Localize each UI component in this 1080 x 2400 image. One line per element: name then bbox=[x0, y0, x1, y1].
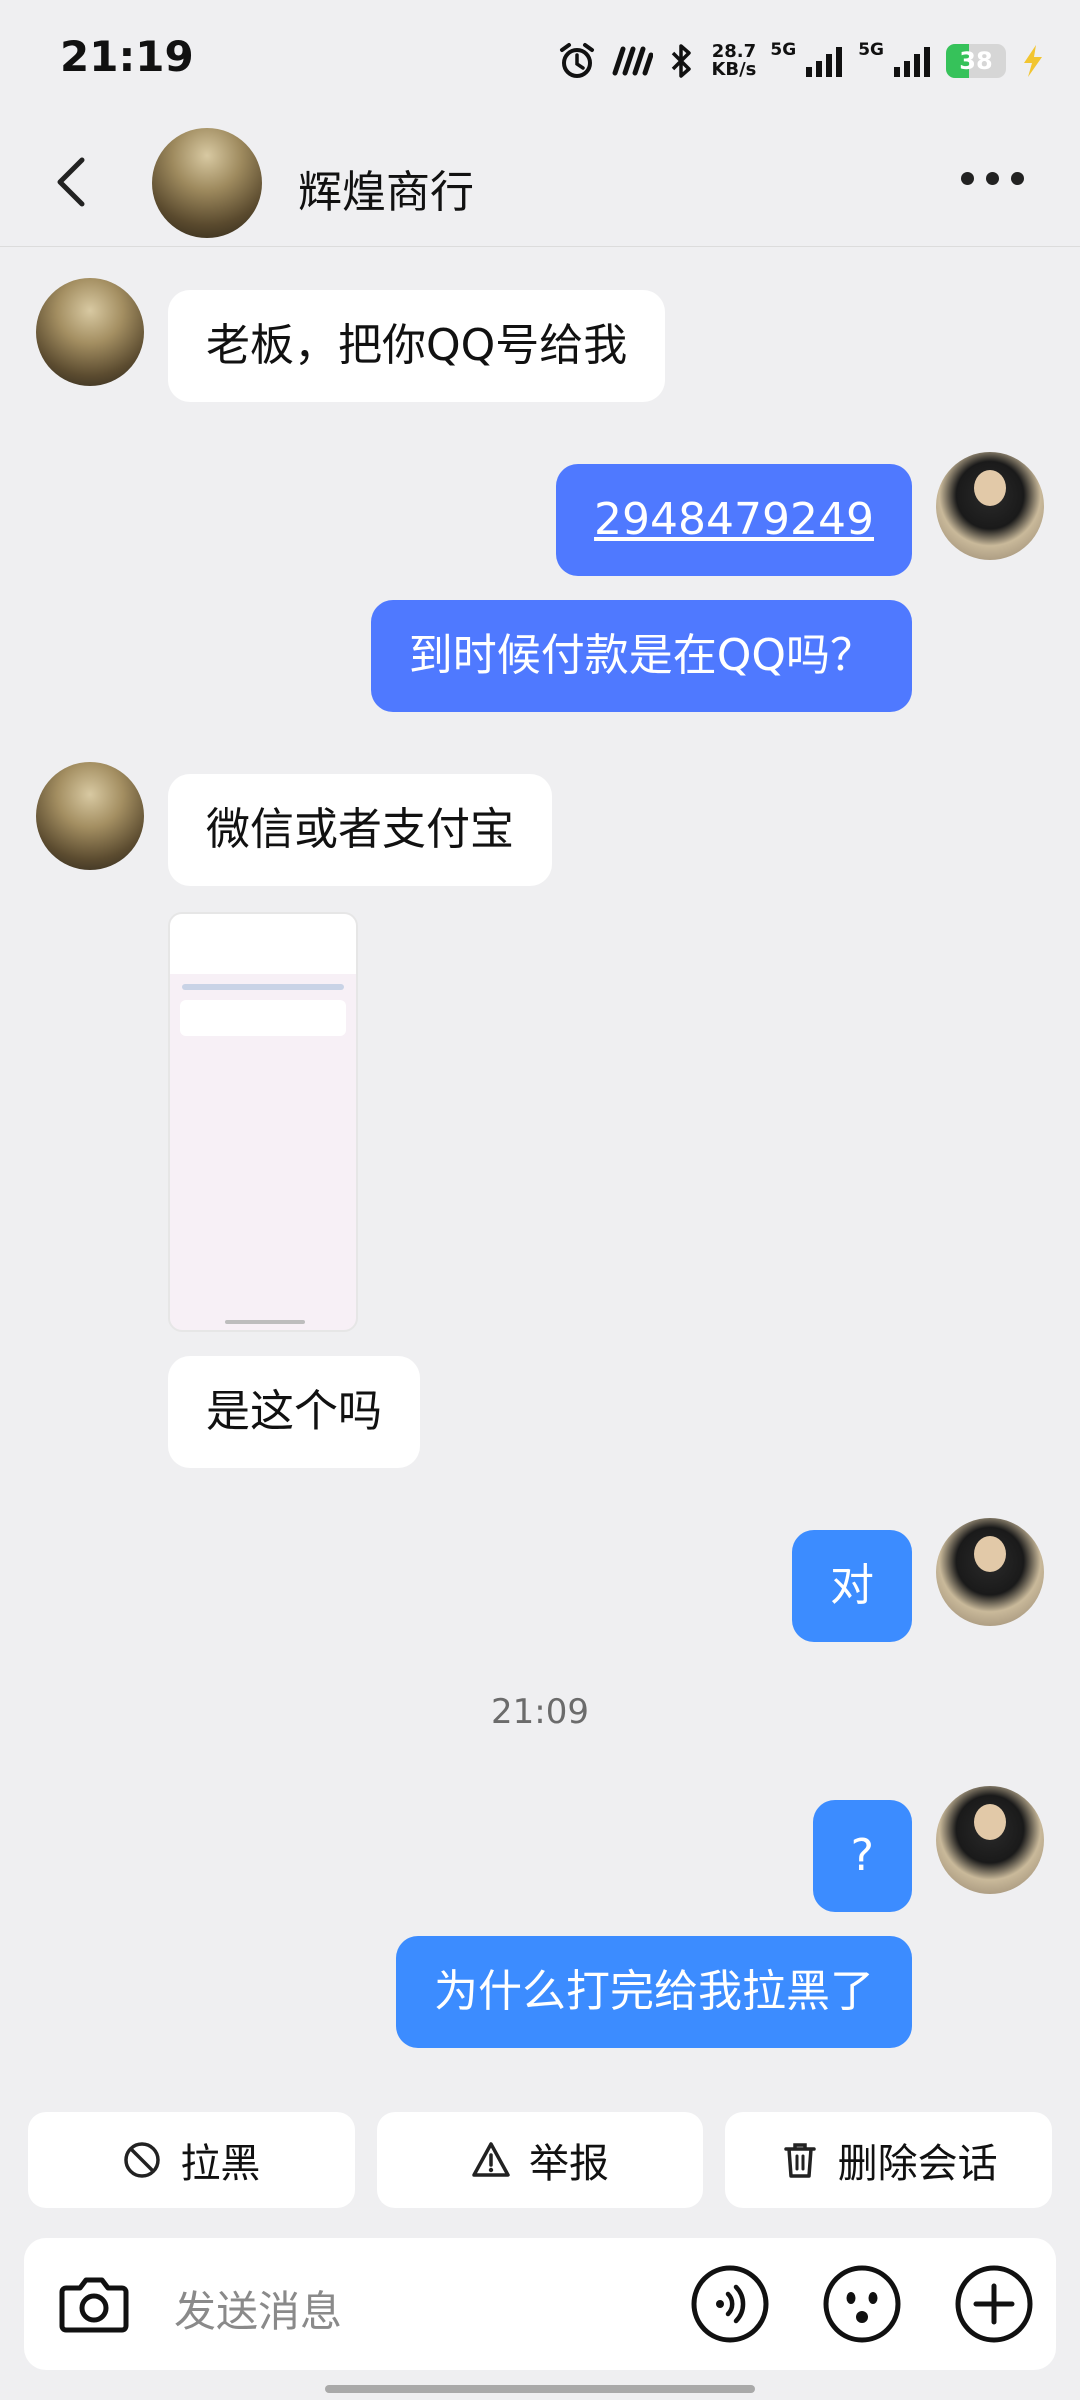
my-avatar[interactable] bbox=[936, 452, 1044, 560]
trash-icon bbox=[783, 2143, 816, 2178]
emoji-icon[interactable] bbox=[820, 2262, 904, 2346]
sender-avatar[interactable] bbox=[36, 278, 144, 386]
report-button[interactable]: 举报 bbox=[376, 2112, 704, 2208]
more-dot bbox=[1011, 172, 1024, 185]
delete-conversation-label: 删除会话 bbox=[837, 2141, 998, 2187]
delete-conversation-button[interactable]: 删除会话 bbox=[725, 2112, 1053, 2208]
warning-icon bbox=[472, 2142, 510, 2177]
status-bar: 21:19 28.7 KB/s 5G 5G 38 bbox=[0, 0, 1080, 120]
message-bubble-incoming[interactable]: 是这个吗 bbox=[168, 1356, 420, 1468]
block-label: 拉黑 bbox=[180, 2141, 261, 2187]
back-arrow-icon[interactable] bbox=[50, 154, 94, 210]
home-indicator[interactable] bbox=[325, 2385, 755, 2393]
more-dot bbox=[961, 172, 974, 185]
bluetooth-icon bbox=[672, 44, 692, 78]
network-speed-unit: KB/s bbox=[711, 59, 757, 80]
signal-icon-sim2 bbox=[894, 47, 930, 77]
network-speed: 28.7 KB/s bbox=[711, 43, 756, 79]
battery-percent: 38 bbox=[959, 47, 993, 75]
charging-icon bbox=[1024, 45, 1042, 77]
block-button[interactable]: 拉黑 bbox=[28, 2112, 355, 2208]
alarm-icon bbox=[560, 43, 595, 78]
thumbnail-row bbox=[180, 1000, 346, 1036]
voice-icon[interactable] bbox=[688, 2262, 772, 2346]
message-bubble-outgoing[interactable]: ? bbox=[812, 1800, 912, 1912]
sim1-5g-label: 5G bbox=[770, 40, 797, 60]
camera-icon[interactable] bbox=[52, 2262, 136, 2346]
signal-icon-sim1 bbox=[806, 47, 843, 77]
contact-name[interactable]: 辉煌商行 bbox=[298, 156, 474, 220]
contact-avatar[interactable] bbox=[152, 128, 262, 238]
message-bubble-incoming[interactable]: 老板，把你QQ号给我 bbox=[168, 290, 666, 402]
message-bubble-incoming[interactable]: 微信或者支付宝 bbox=[168, 774, 552, 886]
plus-icon[interactable] bbox=[952, 2262, 1036, 2346]
sim2-5g-label: 5G bbox=[858, 40, 884, 60]
my-avatar[interactable] bbox=[936, 1518, 1044, 1626]
message-bubble-outgoing-link[interactable]: 2948479249 bbox=[556, 464, 912, 576]
block-icon bbox=[124, 2142, 161, 2178]
thumbnail-line bbox=[182, 984, 344, 990]
report-label: 举报 bbox=[529, 2141, 609, 2187]
message-bubble-outgoing[interactable]: 对 bbox=[792, 1530, 912, 1642]
message-input[interactable]: 发送消息 bbox=[174, 2278, 342, 2339]
status-icons: 28.7 KB/s 5G 5G 38 bbox=[557, 36, 1044, 86]
more-dots-icon[interactable] bbox=[961, 172, 1024, 185]
status-time: 21:19 bbox=[60, 32, 194, 81]
image-message-thumbnail[interactable] bbox=[168, 912, 358, 1332]
battery-indicator: 38 bbox=[946, 44, 1006, 78]
chat-action-bar: 拉黑 举报 删除会话 bbox=[28, 2112, 1053, 2208]
message-bubble-outgoing[interactable]: 为什么打完给我拉黑了 bbox=[396, 1936, 912, 2048]
chat-timestamp: 21:09 bbox=[491, 1692, 589, 1732]
nfc-icon bbox=[612, 46, 654, 76]
thumbnail-homebar bbox=[225, 1320, 305, 1324]
message-bubble-outgoing[interactable]: 到时候付款是在QQ吗？ bbox=[370, 600, 912, 712]
my-avatar[interactable] bbox=[936, 1786, 1044, 1894]
message-input-bar: 发送消息 bbox=[24, 2238, 1056, 2370]
thumbnail-header bbox=[170, 914, 356, 974]
chat-header: 辉煌商行 bbox=[0, 120, 1080, 247]
sender-avatar[interactable] bbox=[36, 762, 144, 870]
more-dot bbox=[986, 172, 999, 185]
